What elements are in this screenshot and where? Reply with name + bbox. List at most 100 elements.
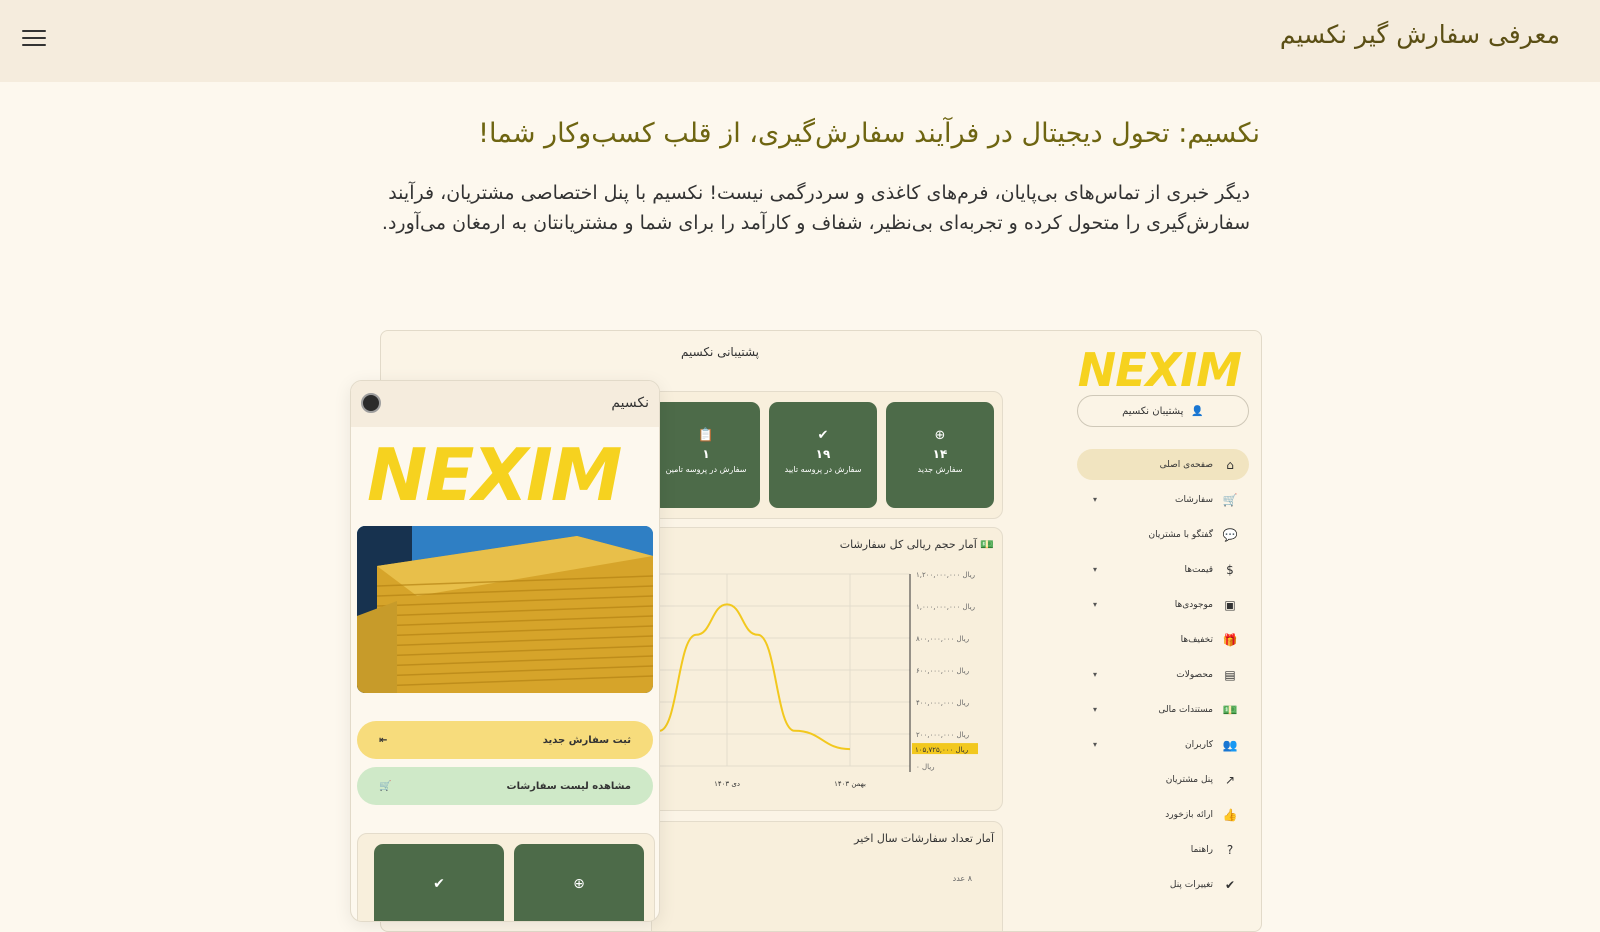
sidebar-item[interactable]: 🎁 تخفیف‌ها	[1077, 624, 1249, 655]
chevron-down-icon[interactable]: ▾	[1093, 740, 1097, 749]
money-icon: 💵	[1222, 702, 1238, 717]
hamburger-icon[interactable]	[22, 30, 46, 50]
y-tick-label: ریال ۶۰۰,۰۰۰,۰۰۰	[916, 667, 969, 675]
y-tick-label: ریال ۲۰۰,۰۰۰,۰۰۰	[916, 731, 969, 739]
product-icon: ▤	[1224, 667, 1236, 682]
hero-title: نکسیم: تحول دیجیتال در فرآیند سفارش‌گیری…	[478, 118, 1260, 149]
page-title: معرفی سفارش گیر نکسیم	[1279, 20, 1560, 49]
phone-title: نکسیم	[611, 395, 649, 411]
cart-icon: 🛒	[379, 780, 392, 792]
money-icon: 💵	[980, 538, 994, 551]
chevron-down-icon[interactable]: ▾	[1093, 670, 1097, 679]
sidebar-item[interactable]: ▣ موجودی‌ها ▾	[1077, 589, 1249, 620]
chart-title: 💵 آمار حجم ریالی کل سفارشات	[840, 538, 994, 551]
check-circle-icon: ✔	[433, 876, 445, 892]
sidebar-item[interactable]: ▤ محصولات ▾	[1077, 659, 1249, 690]
chat-icon: 💬	[1222, 527, 1238, 542]
sidebar-nav: ⌂ صفحه‌ی اصلی 🛒 سفارشات ▾ 💬 گفتگو با مشتریان $ ق…	[1077, 449, 1249, 904]
sidebar-item[interactable]: ⌂ صفحه‌ی اصلی	[1077, 449, 1249, 480]
sidebar-item[interactable]: 🛒 سفارشات ▾	[1077, 484, 1249, 515]
chart-title-text: آمار حجم ریالی کل سفارشات	[839, 538, 977, 551]
stat-card-supply[interactable]: 📋 ۱ سفارش در پروسه تامین	[652, 402, 760, 508]
user-pill[interactable]: 👤 پشتیبان نکسیم	[1077, 395, 1249, 427]
cart-icon: 🛒	[1222, 492, 1238, 507]
sidebar-item[interactable]: 👍 ارائه بازخورد	[1077, 799, 1249, 830]
stat-value: ۱۹	[815, 447, 831, 461]
stat-value: ۱۴	[932, 447, 948, 461]
box-icon: ▣	[1224, 597, 1236, 612]
top-bar: معرفی سفارش گیر نکسیم	[0, 0, 1600, 82]
stat-label: سفارش در پروسه تایید	[784, 465, 862, 474]
highlight-label: ریال ۱۰۵,۷۲۵,۰۰۰	[915, 746, 968, 754]
sidebar-item[interactable]: $ قیمت‌ها ▾	[1077, 554, 1249, 585]
y-tick-label: ریال ۱,۰۰۰,۰۰۰,۰۰۰	[916, 603, 975, 611]
y-tick-label: ریال ۸۰۰,۰۰۰,۰۰۰	[916, 635, 969, 643]
support-title: پشتیبانی نکسیم	[681, 345, 759, 359]
avatar[interactable]	[361, 393, 381, 413]
view-orders-label: مشاهده لیست سفارشات	[506, 780, 631, 792]
chart-panel: 💵 آمار حجم ریالی کل سفارشات ریال ۰ ریال ۲…	[651, 527, 1003, 811]
sidebar-item-label: سفارشات	[1175, 494, 1213, 505]
sidebar-item[interactable]: ↗ پنل مشتریان	[1077, 764, 1249, 795]
clipboard-icon: 📋	[697, 428, 715, 443]
view-orders-button[interactable]: مشاهده لیست سفارشات 🛒	[357, 767, 653, 805]
revenue-chart: ریال ۰ ریال ۲۰۰,۰۰۰,۰۰۰ ریال ۴۰۰,۰۰۰,۰۰۰ ری…	[652, 571, 978, 788]
y-tick-label: ریال ۴۰۰,۰۰۰,۰۰۰	[916, 699, 969, 707]
y-tick-label: ریال ۰	[916, 763, 935, 771]
sidebar-item-label: گفتگو با مشتریان	[1148, 529, 1213, 540]
y-tick-label: ریال ۱,۲۰۰,۰۰۰,۰۰۰	[916, 571, 975, 579]
external-link-icon: ↗	[1224, 772, 1236, 787]
arrow-left-icon: ⇤	[379, 734, 388, 746]
sidebar-item[interactable]: 💵 مستندات مالی ▾	[1077, 694, 1249, 725]
phone-stats-panel: ⊕ ✔	[357, 833, 655, 921]
sidebar-item-label: تخفیف‌ها	[1180, 634, 1213, 645]
panel2-title: آمار تعداد سفارشات سال اخیر	[854, 832, 994, 845]
panel2-tick: ۸ عدد	[952, 874, 972, 883]
chevron-down-icon[interactable]: ▾	[1093, 565, 1097, 574]
phone-stat-card-new[interactable]: ⊕	[514, 844, 644, 921]
stats-panel: ⊕ ۱۴ سفارش جدید ✔ ۱۹ سفارش در پروسه تایی…	[651, 391, 1003, 519]
building-image	[357, 526, 653, 693]
sidebar-item-label: قیمت‌ها	[1184, 564, 1213, 575]
sidebar-item-label: راهنما	[1190, 844, 1213, 855]
sidebar-item[interactable]: ✔ تغییرات پنل	[1077, 869, 1249, 900]
sidebar-item[interactable]: 👥 کاربران ▾	[1077, 729, 1249, 760]
mobile-screenshot: نکسیم NEXIM ثبت سفارش جدید ⇤ مشاهده لیست…	[350, 380, 660, 922]
sidebar-item-label: محصولات	[1176, 669, 1213, 680]
chevron-down-icon[interactable]: ▾	[1093, 600, 1097, 609]
user-icon: 👤	[1191, 405, 1204, 417]
stat-label: سفارش در پروسه تامین	[665, 465, 747, 474]
stat-value: ۱	[702, 447, 710, 461]
dollar-icon: $	[1226, 562, 1234, 577]
chevron-down-icon[interactable]: ▾	[1093, 705, 1097, 714]
user-pill-label: پشتیبان نکسیم	[1122, 405, 1184, 417]
nexim-logo: NEXIM	[1077, 343, 1242, 397]
sidebar-item-label: ارائه بازخورد	[1165, 809, 1213, 820]
sidebar-item-label: کاربران	[1185, 739, 1213, 750]
help-icon: ?	[1226, 842, 1234, 857]
stat-card-approval[interactable]: ✔ ۱۹ سفارش در پروسه تایید	[769, 402, 877, 508]
sidebar-item-label: تغییرات پنل	[1169, 879, 1213, 890]
sidebar-item[interactable]: 💬 گفتگو با مشتریان	[1077, 519, 1249, 550]
check-badge-icon: ✔	[1224, 877, 1236, 892]
nexim-logo: NEXIM	[367, 433, 622, 517]
plus-circle-icon: ⊕	[573, 876, 585, 892]
stat-card-new[interactable]: ⊕ ۱۴ سفارش جدید	[886, 402, 994, 508]
chevron-down-icon[interactable]: ▾	[1093, 495, 1097, 504]
phone-stat-card-approval[interactable]: ✔	[374, 844, 504, 921]
phone-header: نکسیم	[351, 381, 659, 427]
sidebar-item[interactable]: ? راهنما	[1077, 834, 1249, 865]
series-line	[658, 603, 851, 751]
x-tick-label: دی ۱۴۰۳	[714, 780, 740, 788]
new-order-button[interactable]: ثبت سفارش جدید ⇤	[357, 721, 653, 759]
orders-count-panel: آمار تعداد سفارشات سال اخیر ۸ عدد	[651, 821, 1003, 931]
sidebar-item-label: موجودی‌ها	[1174, 599, 1213, 610]
sidebar-item-label: مستندات مالی	[1158, 704, 1213, 715]
users-icon: 👥	[1222, 737, 1238, 752]
plus-circle-icon: ⊕	[934, 428, 946, 443]
new-order-label: ثبت سفارش جدید	[542, 734, 631, 746]
gift-icon: 🎁	[1222, 632, 1238, 647]
stat-label: سفارش جدید	[917, 465, 963, 474]
x-tick-label: بهمن ۱۴۰۳	[834, 780, 866, 788]
thumbs-up-icon: 👍	[1222, 807, 1238, 822]
